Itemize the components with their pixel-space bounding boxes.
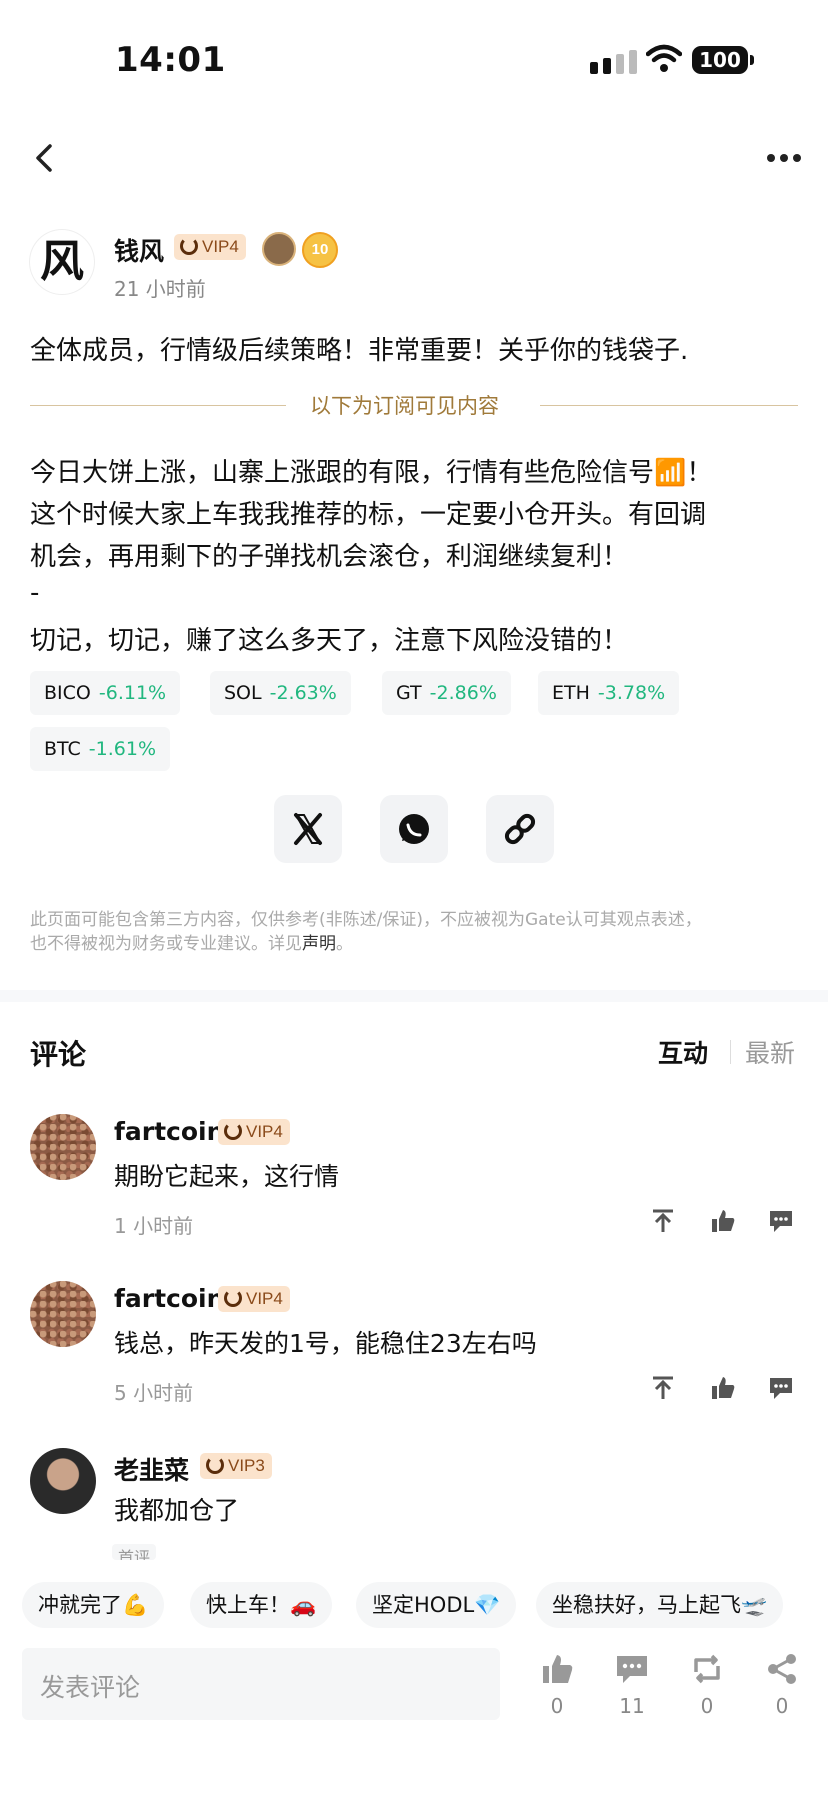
- quick-reply-chip[interactable]: 快上车！🚗: [190, 1582, 333, 1628]
- post-body-line: 切记，切记，赚了这么多天了，注意下风险没错的！: [30, 626, 629, 656]
- share-count: 0: [775, 1694, 789, 1718]
- comment-author[interactable]: fartcoin: [114, 1117, 224, 1146]
- post-body-line: 今日大饼上涨，山寨上涨跟的有限，行情有些危险信号📶！: [30, 458, 713, 488]
- ticker-symbol: BTC: [44, 738, 81, 760]
- medal-badge-icon: [262, 232, 296, 266]
- vip-label: VIP4: [246, 1122, 283, 1141]
- comment-author[interactable]: 老韭菜: [114, 1451, 189, 1487]
- divider-left: [30, 405, 286, 406]
- author-name[interactable]: 钱风: [114, 232, 164, 268]
- vip-label: VIP3: [228, 1456, 265, 1475]
- tab-divider: [730, 1040, 731, 1064]
- comment-vip-badge: VIP3: [200, 1453, 272, 1479]
- ticker-chip-btc[interactable]: BTC -1.61%: [30, 727, 171, 771]
- repost-icon[interactable]: [690, 1652, 724, 1686]
- comment-avatar[interactable]: [30, 1281, 96, 1347]
- back-arrow-icon[interactable]: [30, 138, 60, 178]
- level-number: 10: [311, 241, 329, 258]
- ticker-symbol: SOL: [224, 682, 262, 704]
- ticker-chip-eth[interactable]: ETH -3.78%: [538, 671, 680, 715]
- comment-text: 钱总，昨天发的1号，能稳住23左右吗: [114, 1329, 537, 1358]
- quick-reply-chip[interactable]: 坚定HODL💎: [356, 1582, 517, 1628]
- comment-avatar[interactable]: [30, 1448, 96, 1514]
- reply-icon[interactable]: [768, 1208, 794, 1234]
- comment-time: 1 小时前: [114, 1214, 194, 1238]
- comment-text: 我都加仓了: [114, 1496, 240, 1525]
- disclaimer-line-2: 也不得被视为财务或专业建议。详见声明。: [30, 934, 353, 954]
- ticker-change: -2.63%: [269, 682, 337, 704]
- reply-icon[interactable]: [768, 1375, 794, 1401]
- ticker-row-1: BICO -6.11% SOL -2.63% GT -2.86% ETH -3.78%: [30, 671, 800, 715]
- ticker-symbol: BICO: [44, 682, 91, 704]
- comment-placeholder: 发表评论: [40, 1673, 141, 1702]
- comments-title: 评论: [30, 1038, 87, 1071]
- comment-input[interactable]: 发表评论: [22, 1648, 500, 1720]
- like-count: 0: [550, 1694, 564, 1718]
- disclaimer: 此页面可能包含第三方内容，仅供参考(非陈述/保证)，不应被视为Gate认可其观点…: [30, 908, 790, 956]
- comment-vip-badge: VIP4: [218, 1286, 290, 1312]
- cellular-signal-icon: [590, 50, 638, 74]
- ticker-change: -6.11%: [98, 682, 167, 704]
- quick-reply-chip[interactable]: 冲就完了💪: [22, 1582, 165, 1628]
- share-whatsapp-button[interactable]: [380, 795, 448, 863]
- comment-vip-badge: VIP4: [218, 1119, 290, 1145]
- share-x-button[interactable]: [274, 795, 342, 863]
- ticker-row-2: BTC -1.61%: [30, 727, 330, 771]
- like-icon[interactable]: [710, 1375, 736, 1401]
- ticker-chip-gt[interactable]: GT -2.86%: [382, 671, 511, 715]
- ticker-chip-bico[interactable]: BICO -6.11%: [30, 671, 181, 715]
- post-title: 全体成员，行情级后续策略！非常重要！关乎你的钱袋子.: [30, 336, 689, 366]
- tab-interact[interactable]: 互动: [658, 1034, 708, 1070]
- ticker-change: -1.61%: [88, 738, 157, 760]
- disclaimer-link[interactable]: 声明: [302, 934, 336, 954]
- pin-top-icon[interactable]: [650, 1208, 676, 1234]
- divider-right: [540, 405, 798, 406]
- author-avatar[interactable]: 风: [30, 230, 94, 294]
- whatsapp-icon: [399, 814, 429, 844]
- post-body-line: 这个时候大家上车我我推荐的标，一定要小仓开头。有回调: [30, 500, 707, 530]
- repost-count: 0: [700, 1694, 714, 1718]
- comment-icon[interactable]: [615, 1652, 649, 1686]
- ticker-change: -2.86%: [429, 682, 497, 704]
- status-time: 14:01: [115, 40, 226, 80]
- like-icon[interactable]: [540, 1652, 574, 1686]
- post-time: 21 小时前: [114, 277, 206, 301]
- comment-count: 11: [619, 1694, 645, 1718]
- first-comment-tag: 首评: [112, 1544, 157, 1560]
- share-icon[interactable]: [765, 1652, 799, 1686]
- wifi-icon: [646, 44, 682, 72]
- comment-author[interactable]: fartcoin: [114, 1284, 224, 1313]
- post-body-line: -: [30, 578, 40, 608]
- comment-avatar[interactable]: [30, 1114, 96, 1180]
- more-options-icon[interactable]: [766, 150, 802, 166]
- comment-time: 5 小时前: [114, 1381, 194, 1405]
- first-comment-label: 首评: [118, 1548, 151, 1560]
- like-icon[interactable]: [710, 1208, 736, 1234]
- subscribe-label: 以下为订阅可见内容: [310, 394, 499, 418]
- vip-label: VIP4: [202, 237, 239, 256]
- section-divider: [0, 990, 828, 1002]
- pin-top-icon[interactable]: [650, 1375, 676, 1401]
- disclaimer-line-1: 此页面可能包含第三方内容，仅供参考(非陈述/保证)，不应被视为Gate认可其观点…: [30, 910, 702, 930]
- ticker-change: -3.78%: [597, 682, 666, 704]
- battery-indicator: 100: [692, 46, 754, 74]
- copy-link-button[interactable]: [486, 795, 554, 863]
- link-icon: [504, 813, 536, 845]
- vip-label: VIP4: [246, 1289, 283, 1308]
- level-badge: 10: [302, 232, 338, 268]
- ticker-symbol: ETH: [552, 682, 590, 704]
- author-vip-badge: VIP4: [174, 234, 246, 260]
- tab-latest[interactable]: 最新: [745, 1034, 795, 1070]
- ticker-symbol: GT: [396, 682, 422, 704]
- comment-text: 期盼它起来，这行情: [114, 1162, 340, 1191]
- x-logo-icon: [294, 813, 322, 845]
- ticker-chip-sol[interactable]: SOL -2.63%: [210, 671, 351, 715]
- post-body-line: 机会，再用剩下的子弹找机会滚仓，利润继续复利！: [30, 542, 629, 572]
- quick-reply-chip[interactable]: 坐稳扶好，马上起飞🛫: [536, 1582, 784, 1628]
